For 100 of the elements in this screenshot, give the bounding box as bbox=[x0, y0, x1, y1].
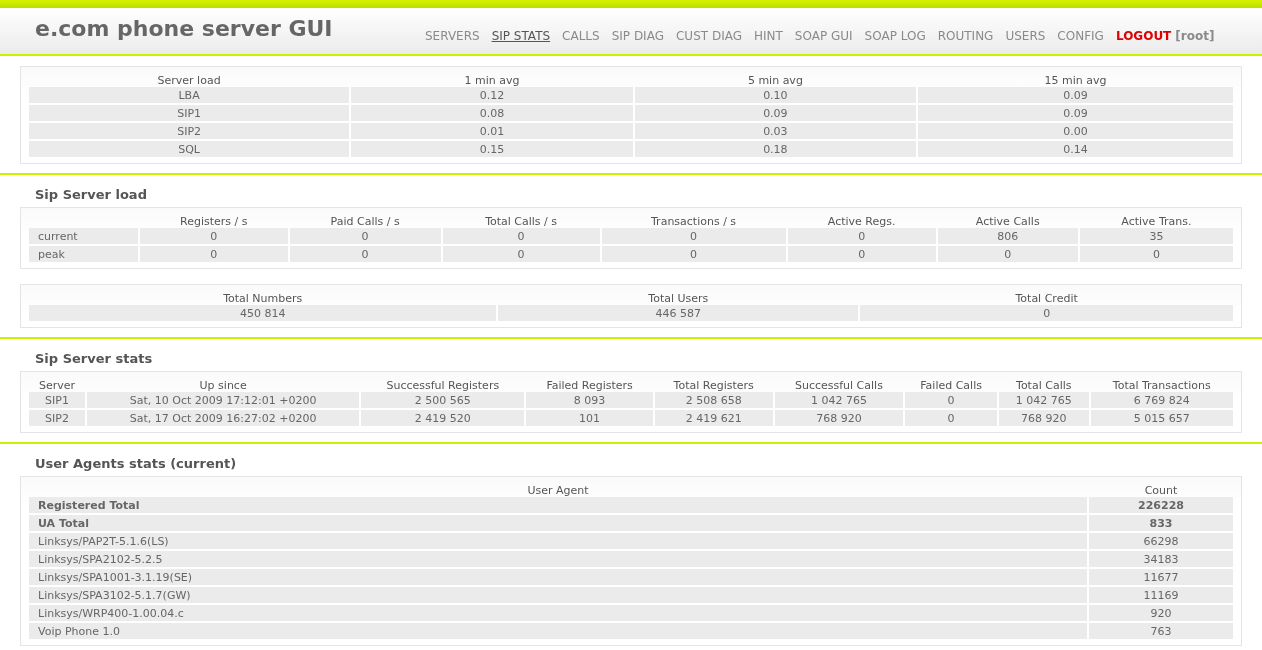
table-cell: Sat, 17 Oct 2009 16:27:02 +0200 bbox=[87, 410, 360, 428]
table-cell: 0 bbox=[601, 228, 786, 246]
column-header: Total Transactions bbox=[1111, 378, 1212, 392]
table-cell: 2 419 621 bbox=[654, 410, 773, 428]
column-header: Registers / s bbox=[179, 214, 249, 228]
app-title: e.com phone server GUI bbox=[35, 16, 334, 41]
column-header: Active Regs. bbox=[826, 214, 897, 228]
username-label: [root] bbox=[1175, 29, 1215, 43]
table-cell: 0.01 bbox=[351, 123, 633, 141]
table-cell: 0 bbox=[289, 246, 441, 264]
table-cell: UA Total bbox=[29, 515, 1087, 533]
table-cell: 1 042 765 bbox=[999, 392, 1089, 410]
nav-link[interactable]: HINT bbox=[753, 29, 783, 43]
nav-link[interactable]: SOAP GUI bbox=[794, 29, 853, 43]
column-header: Paid Calls / s bbox=[329, 214, 401, 228]
table-cell: Linksys/WRP400-1.00.04.c bbox=[29, 605, 1087, 623]
column-header: User Agent bbox=[526, 483, 590, 497]
table-cell: 2 508 658 bbox=[654, 392, 773, 410]
table-cell: 0 bbox=[442, 246, 600, 264]
table-cell: 0 bbox=[787, 246, 936, 264]
column-header: Transactions / s bbox=[650, 214, 738, 228]
table-cell: 35 bbox=[1079, 228, 1233, 246]
table-cell: 11677 bbox=[1089, 569, 1233, 587]
table-cell: Linksys/SPA3102-5.1.7(GW) bbox=[29, 587, 1087, 605]
table-cell: 0 bbox=[905, 392, 998, 410]
nav-link[interactable]: CUST DIAG bbox=[675, 29, 742, 43]
table-cell: SQL bbox=[29, 141, 350, 159]
table-cell: current bbox=[29, 228, 138, 246]
table-cell: 226228 bbox=[1089, 497, 1233, 515]
table-cell: 833 bbox=[1089, 515, 1233, 533]
table-cell: 0.18 bbox=[634, 141, 917, 159]
table-cell: 0 bbox=[860, 305, 1233, 323]
column-header: Successful Calls bbox=[793, 378, 884, 392]
table-cell: 2 500 565 bbox=[361, 392, 525, 410]
nav-link[interactable]: ROUTING bbox=[937, 29, 994, 43]
table-cell: Linksys/SPA1001-3.1.19(SE) bbox=[29, 569, 1087, 587]
table-cell: Registered Total bbox=[29, 497, 1087, 515]
table-cell: 0 bbox=[601, 246, 786, 264]
table-cell: 763 bbox=[1089, 623, 1233, 641]
column-header: Server bbox=[37, 378, 77, 392]
table-cell: 0.15 bbox=[351, 141, 633, 159]
table-cell: 768 920 bbox=[999, 410, 1089, 428]
nav-link[interactable]: CALLS bbox=[562, 29, 600, 43]
table-cell: 450 814 bbox=[29, 305, 497, 323]
table-cell: SIP2 bbox=[29, 410, 86, 428]
table-cell: 0 bbox=[139, 246, 288, 264]
table-cell: 66298 bbox=[1089, 533, 1233, 551]
table-cell: 2 419 520 bbox=[361, 410, 525, 428]
table-cell: 0.08 bbox=[351, 105, 633, 123]
column-header: Failed Calls bbox=[919, 378, 983, 392]
table-cell: 0 bbox=[787, 228, 936, 246]
table-cell: 8 093 bbox=[526, 392, 653, 410]
column-header: Total Numbers bbox=[222, 291, 304, 305]
table-cell: 1 042 765 bbox=[774, 392, 904, 410]
column-header: Successful Registers bbox=[385, 378, 501, 392]
nav-link[interactable]: SIP STATS bbox=[491, 29, 551, 43]
column-header: Active Trans. bbox=[1120, 214, 1193, 228]
nav-link[interactable]: SIP DIAG bbox=[611, 29, 664, 43]
column-header: 15 min avg bbox=[1043, 73, 1108, 87]
nav-link[interactable]: USERS bbox=[1005, 29, 1046, 43]
table-cell: 768 920 bbox=[774, 410, 904, 428]
column-header: Total Credit bbox=[1014, 291, 1079, 305]
table-cell: 0.12 bbox=[351, 87, 633, 105]
table-cell: Sat, 10 Oct 2009 17:12:01 +0200 bbox=[87, 392, 360, 410]
table-cell: Voip Phone 1.0 bbox=[29, 623, 1087, 641]
nav-link[interactable]: SOAP LOG bbox=[864, 29, 926, 43]
column-header: Up since bbox=[198, 378, 248, 392]
column-header: 1 min avg bbox=[463, 73, 521, 87]
table-cell: 920 bbox=[1089, 605, 1233, 623]
table-cell: 0 bbox=[905, 410, 998, 428]
table-cell: 5 015 657 bbox=[1090, 410, 1233, 428]
column-header: Server load bbox=[156, 73, 222, 87]
table-cell: SIP1 bbox=[29, 105, 350, 123]
section-title: Sip Server stats bbox=[35, 351, 154, 366]
column-header: Count bbox=[1143, 483, 1179, 497]
column-header: Total Registers bbox=[672, 378, 755, 392]
table-cell: 0 bbox=[289, 228, 441, 246]
table-cell: LBA bbox=[29, 87, 350, 105]
nav-link[interactable]: SERVERS bbox=[425, 29, 480, 43]
table-cell: peak bbox=[29, 246, 138, 264]
table-cell: Linksys/PAP2T-5.1.6(LS) bbox=[29, 533, 1087, 551]
table-cell: 0 bbox=[937, 246, 1078, 264]
table-cell: 11169 bbox=[1089, 587, 1233, 605]
table-cell: 101 bbox=[526, 410, 653, 428]
section-title: User Agents stats (current) bbox=[35, 456, 238, 471]
table-cell: 0.09 bbox=[634, 105, 917, 123]
column-header: Active Calls bbox=[974, 214, 1041, 228]
table-cell: Linksys/SPA2102-5.2.5 bbox=[29, 551, 1087, 569]
nav-link[interactable]: CONFIG bbox=[1057, 29, 1104, 43]
table-cell: 446 587 bbox=[498, 305, 859, 323]
table-cell: SIP1 bbox=[29, 392, 86, 410]
table-cell: 0.09 bbox=[918, 87, 1233, 105]
table-cell: 0.09 bbox=[918, 105, 1233, 123]
nav-link[interactable]: LOGOUT bbox=[1115, 29, 1172, 43]
table-cell: 0 bbox=[442, 228, 600, 246]
column-header: Total Calls bbox=[1015, 378, 1073, 392]
table-cell: 0.03 bbox=[634, 123, 917, 141]
table-cell: 0.00 bbox=[918, 123, 1233, 141]
table-cell: 806 bbox=[937, 228, 1078, 246]
table-cell: SIP2 bbox=[29, 123, 350, 141]
